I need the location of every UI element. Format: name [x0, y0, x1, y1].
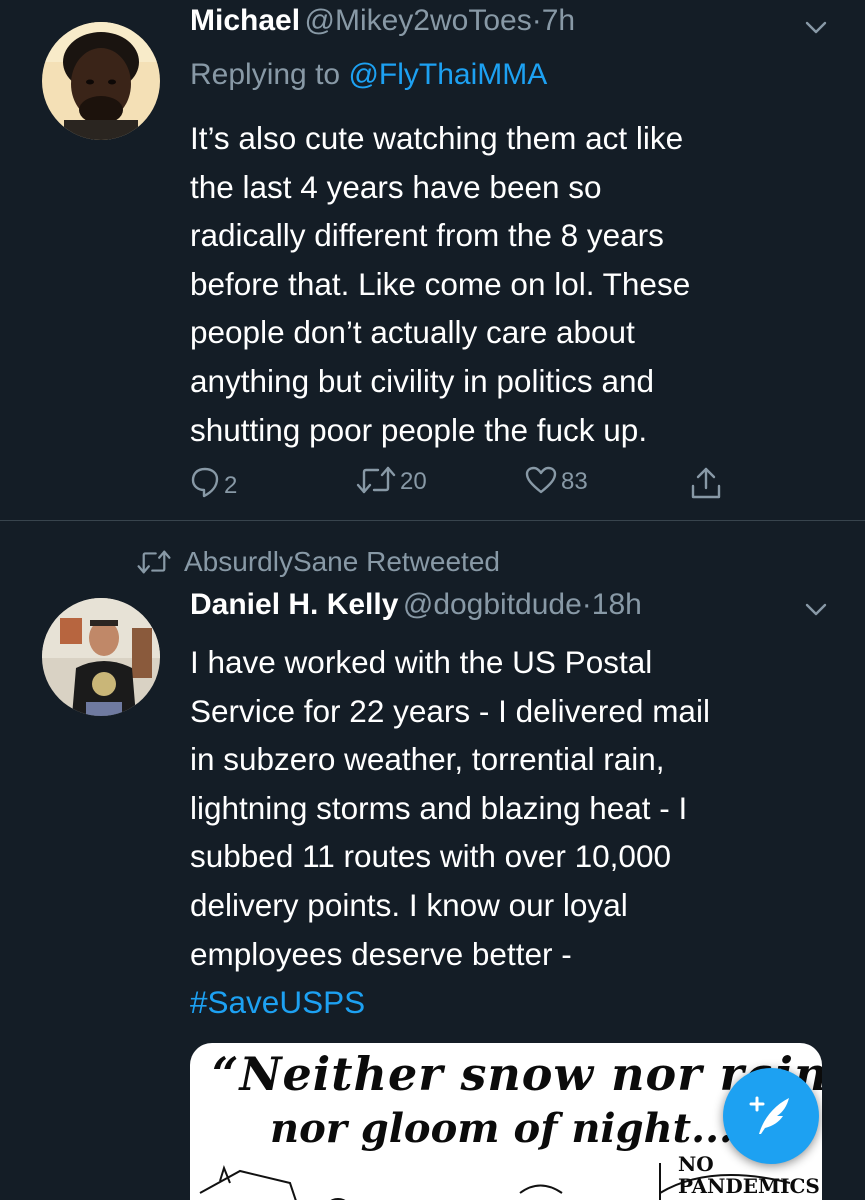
chevron-down-icon[interactable] [804, 602, 828, 618]
timeline: Michael @Mikey2woToes·7h Replying to @Fl… [0, 0, 865, 1200]
timestamp[interactable]: 18h [592, 588, 642, 621]
tweet-text-line: delivery points. I know our loyal [190, 886, 628, 923]
tweet-header: Daniel H. Kelly @dogbitdude·18h [190, 588, 642, 622]
tweet-text-line: lightning storms and blazing heat - I [190, 789, 688, 826]
tweet-text-line: employees deserve better - [190, 935, 572, 972]
hashtag-link[interactable]: #SaveUSPS [190, 978, 830, 1027]
tweet-text-line: I have worked with the US Postal [190, 644, 653, 680]
display-name[interactable]: Daniel H. Kelly [190, 588, 398, 621]
media-corner-line-2: PANDEMICS!! [678, 1174, 822, 1198]
compose-tweet-icon [749, 1096, 789, 1134]
tweet-text-line: Service for 22 years - I delivered mail [190, 692, 710, 729]
avatar[interactable] [42, 598, 160, 716]
compose-tweet-button[interactable] [723, 1068, 819, 1164]
tweet-text: I have worked with the US Postal Service… [190, 638, 830, 1027]
separator-dot: · [581, 588, 592, 621]
user-handle[interactable]: @dogbitdude [403, 588, 582, 621]
tweet-daniel[interactable]: Daniel H. Kelly @dogbitdude·18h I have w… [0, 0, 865, 1200]
tweet-text-line: subbed 11 routes with over 10,000 [190, 838, 671, 875]
tweet-text-line: in subzero weather, torrential rain, [190, 741, 665, 778]
